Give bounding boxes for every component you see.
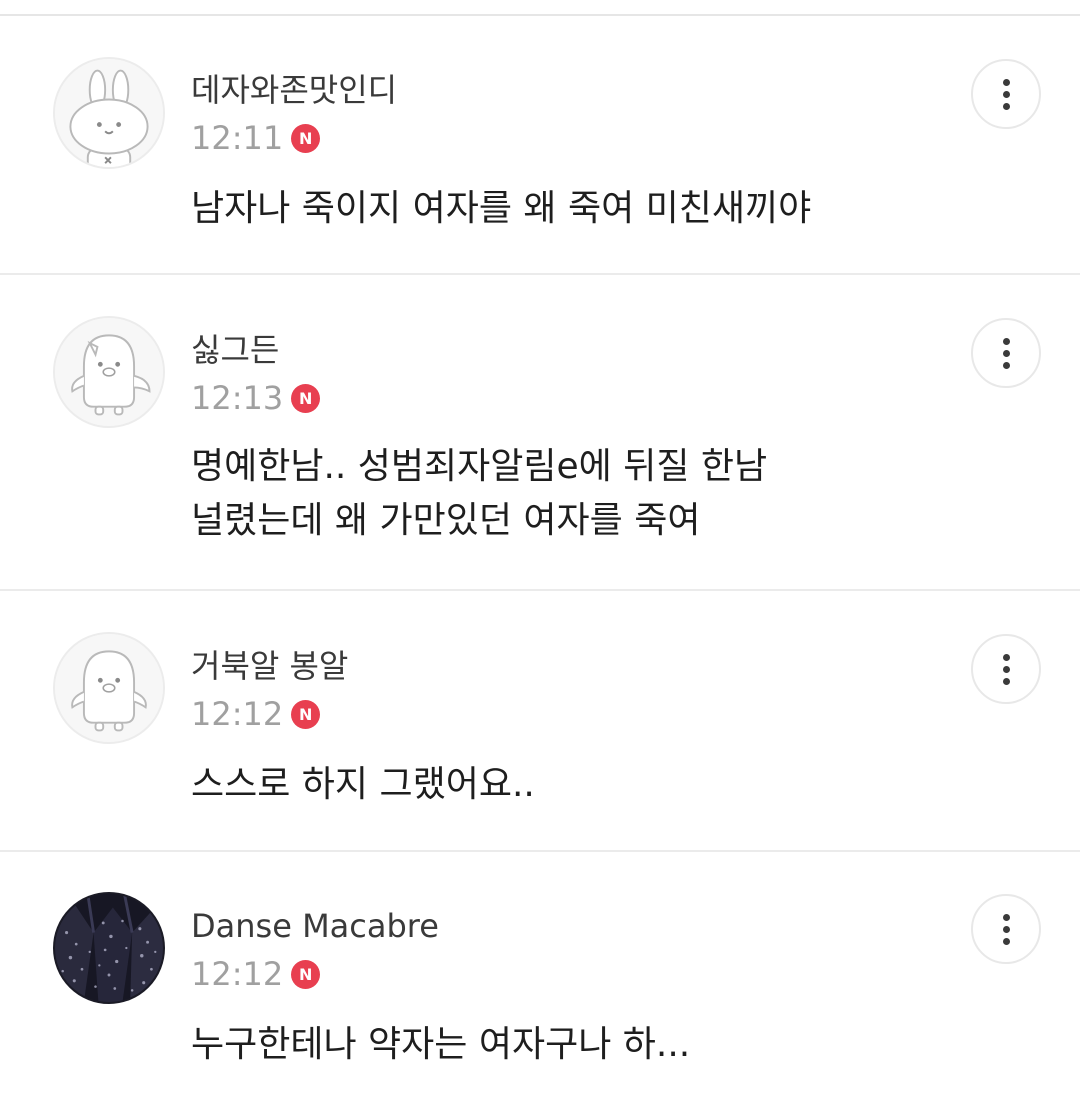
more-dot-icon (1002, 925, 1010, 933)
new-badge: N (291, 383, 321, 413)
more-dot-icon (1002, 665, 1010, 673)
more-dot-icon (1002, 653, 1010, 661)
comment-time: 12:11 (191, 119, 284, 157)
new-badge: N (291, 699, 321, 729)
more-dot-icon (1002, 337, 1010, 345)
more-dot-icon (1002, 937, 1010, 945)
new-badge: N (291, 123, 321, 153)
comment-time: 12:12 (191, 955, 284, 993)
comment-divider (0, 273, 1080, 275)
comment-text: 스스로 하지 그랬어요.. (191, 758, 951, 812)
comment-text-line: 남자나 죽이지 여자를 왜 죽여 미친새끼야 (191, 188, 812, 229)
comment-text-line: 스스로 하지 그랬어요.. (191, 764, 535, 805)
comment-text-line: 누구한테나 약자는 여자구나 하... (191, 1024, 691, 1065)
comment-meta: 12:12 N (191, 954, 321, 994)
comment-text: 누구한테나 약자는 여자구나 하... (191, 1018, 951, 1072)
comment-author[interactable]: 싫그든 (191, 330, 279, 370)
comment-time: 12:13 (191, 379, 284, 417)
top-divider (0, 14, 1080, 16)
comment-author[interactable]: 거북알 봉알 (191, 646, 348, 686)
more-options-button[interactable] (971, 634, 1041, 704)
comment-meta: 12:12 N (191, 694, 321, 734)
rabbit-avatar-icon[interactable] (53, 57, 165, 169)
more-dot-icon (1002, 361, 1010, 369)
more-options-button[interactable] (971, 894, 1041, 964)
comment-text-line: 널렸는데 왜 가만있던 여자를 죽여 (191, 500, 701, 541)
comment-author[interactable]: 데자와존맛인디 (191, 70, 397, 110)
more-dot-icon (1002, 78, 1010, 86)
penguin-avatar-icon[interactable] (53, 632, 165, 744)
penguin-avatar-icon[interactable] (53, 316, 165, 428)
comment-meta: 12:13 N (191, 378, 321, 418)
comment-text: 남자나 죽이지 여자를 왜 죽여 미친새끼야 (191, 182, 951, 236)
new-badge: N (291, 959, 321, 989)
comment-meta: 12:11 N (191, 118, 321, 158)
comment-divider (0, 850, 1080, 852)
more-dot-icon (1002, 349, 1010, 357)
more-options-button[interactable] (971, 59, 1041, 129)
comment-text-line: 명예한남.. 성범죄자알림e에 뒤질 한남 (191, 446, 768, 487)
more-options-button[interactable] (971, 318, 1041, 388)
photo-avatar-icon[interactable] (53, 892, 165, 1004)
comment-time: 12:12 (191, 695, 284, 733)
more-dot-icon (1002, 90, 1010, 98)
more-dot-icon (1002, 677, 1010, 685)
comment-divider (0, 589, 1080, 591)
more-dot-icon (1002, 913, 1010, 921)
comment-author[interactable]: Danse Macabre (191, 906, 439, 946)
more-dot-icon (1002, 102, 1010, 110)
comment-text: 명예한남.. 성범죄자알림e에 뒤질 한남 널렸는데 왜 가만있던 여자를 죽여 (191, 440, 951, 548)
